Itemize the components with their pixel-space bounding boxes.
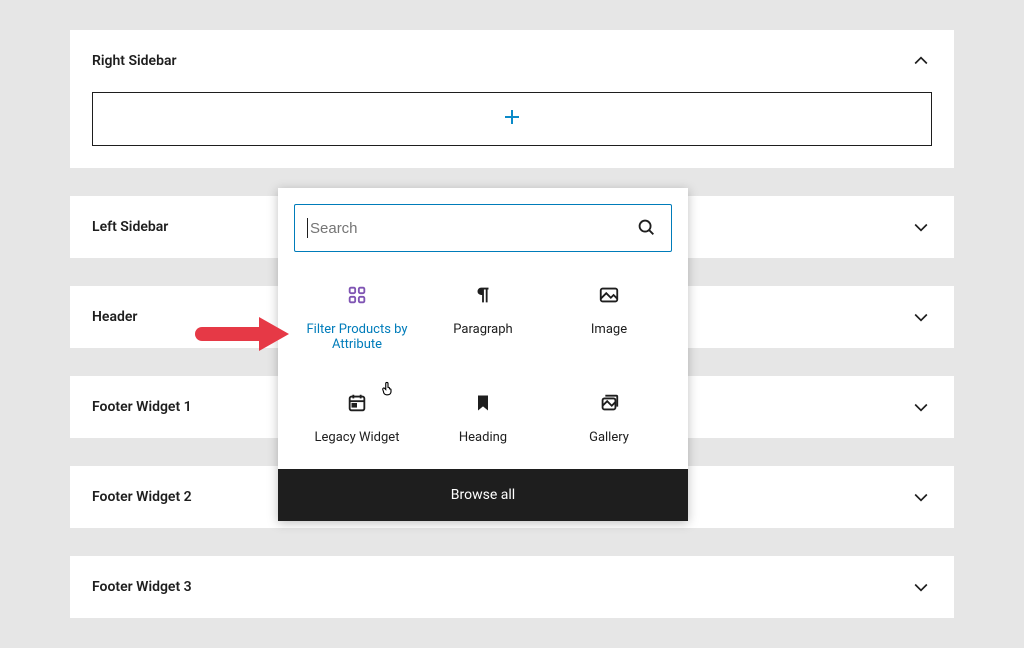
panel-title: Footer Widget 2: [92, 489, 192, 505]
block-grid: Filter Products by Attribute Paragraph I…: [278, 268, 688, 469]
bookmark-icon: [470, 390, 496, 416]
block-label: Image: [591, 322, 627, 337]
block-label: Legacy Widget: [315, 430, 400, 445]
panel-title: Header: [92, 309, 137, 325]
panel-footer-3: Footer Widget 3: [70, 556, 954, 618]
chevron-down-icon: [910, 486, 932, 508]
block-paragraph[interactable]: Paragraph: [420, 278, 546, 356]
chevron-down-icon: [910, 396, 932, 418]
block-inserter: Filter Products by Attribute Paragraph I…: [278, 188, 688, 521]
block-label: Paragraph: [453, 322, 512, 337]
grid-icon: [344, 282, 370, 308]
panel-title: Footer Widget 1: [92, 399, 192, 415]
block-label: Gallery: [589, 430, 629, 445]
chevron-down-icon: [910, 216, 932, 238]
block-filter-products-by-attribute[interactable]: Filter Products by Attribute: [294, 278, 420, 356]
panel-header-footer3[interactable]: Footer Widget 3: [70, 556, 954, 618]
hand-cursor-icon: [379, 378, 397, 398]
panel-title: Left Sidebar: [92, 219, 168, 235]
panel-right-sidebar: Right Sidebar: [70, 30, 954, 168]
plus-icon: [500, 105, 524, 133]
add-block-button[interactable]: [92, 92, 932, 146]
text-cursor: [307, 218, 308, 238]
chevron-up-icon: [910, 50, 932, 72]
arrow-shaft: [195, 327, 265, 341]
block-label: Filter Products by Attribute: [294, 322, 420, 352]
arrow-head-icon: [259, 317, 289, 351]
image-icon: [596, 282, 622, 308]
browse-all-label: Browse all: [451, 487, 515, 503]
search-box[interactable]: [294, 204, 672, 252]
calendar-icon: [344, 390, 370, 416]
block-label: Heading: [459, 430, 507, 445]
block-image[interactable]: Image: [546, 278, 672, 356]
block-legacy-widget[interactable]: Legacy Widget: [294, 386, 420, 449]
chevron-down-icon: [910, 306, 932, 328]
search-input[interactable]: [310, 220, 635, 237]
gallery-icon: [596, 390, 622, 416]
panel-body: [70, 92, 954, 168]
search-icon: [635, 216, 659, 240]
chevron-down-icon: [910, 576, 932, 598]
inserter-search-wrap: [278, 188, 688, 268]
block-heading[interactable]: Heading: [420, 386, 546, 449]
panel-header-right-sidebar[interactable]: Right Sidebar: [70, 30, 954, 92]
pilcrow-icon: [470, 282, 496, 308]
block-gallery[interactable]: Gallery: [546, 386, 672, 449]
browse-all-button[interactable]: Browse all: [278, 469, 688, 521]
annotation-arrow: [195, 319, 291, 349]
panel-title: Footer Widget 3: [92, 579, 192, 595]
panel-title: Right Sidebar: [92, 53, 177, 69]
